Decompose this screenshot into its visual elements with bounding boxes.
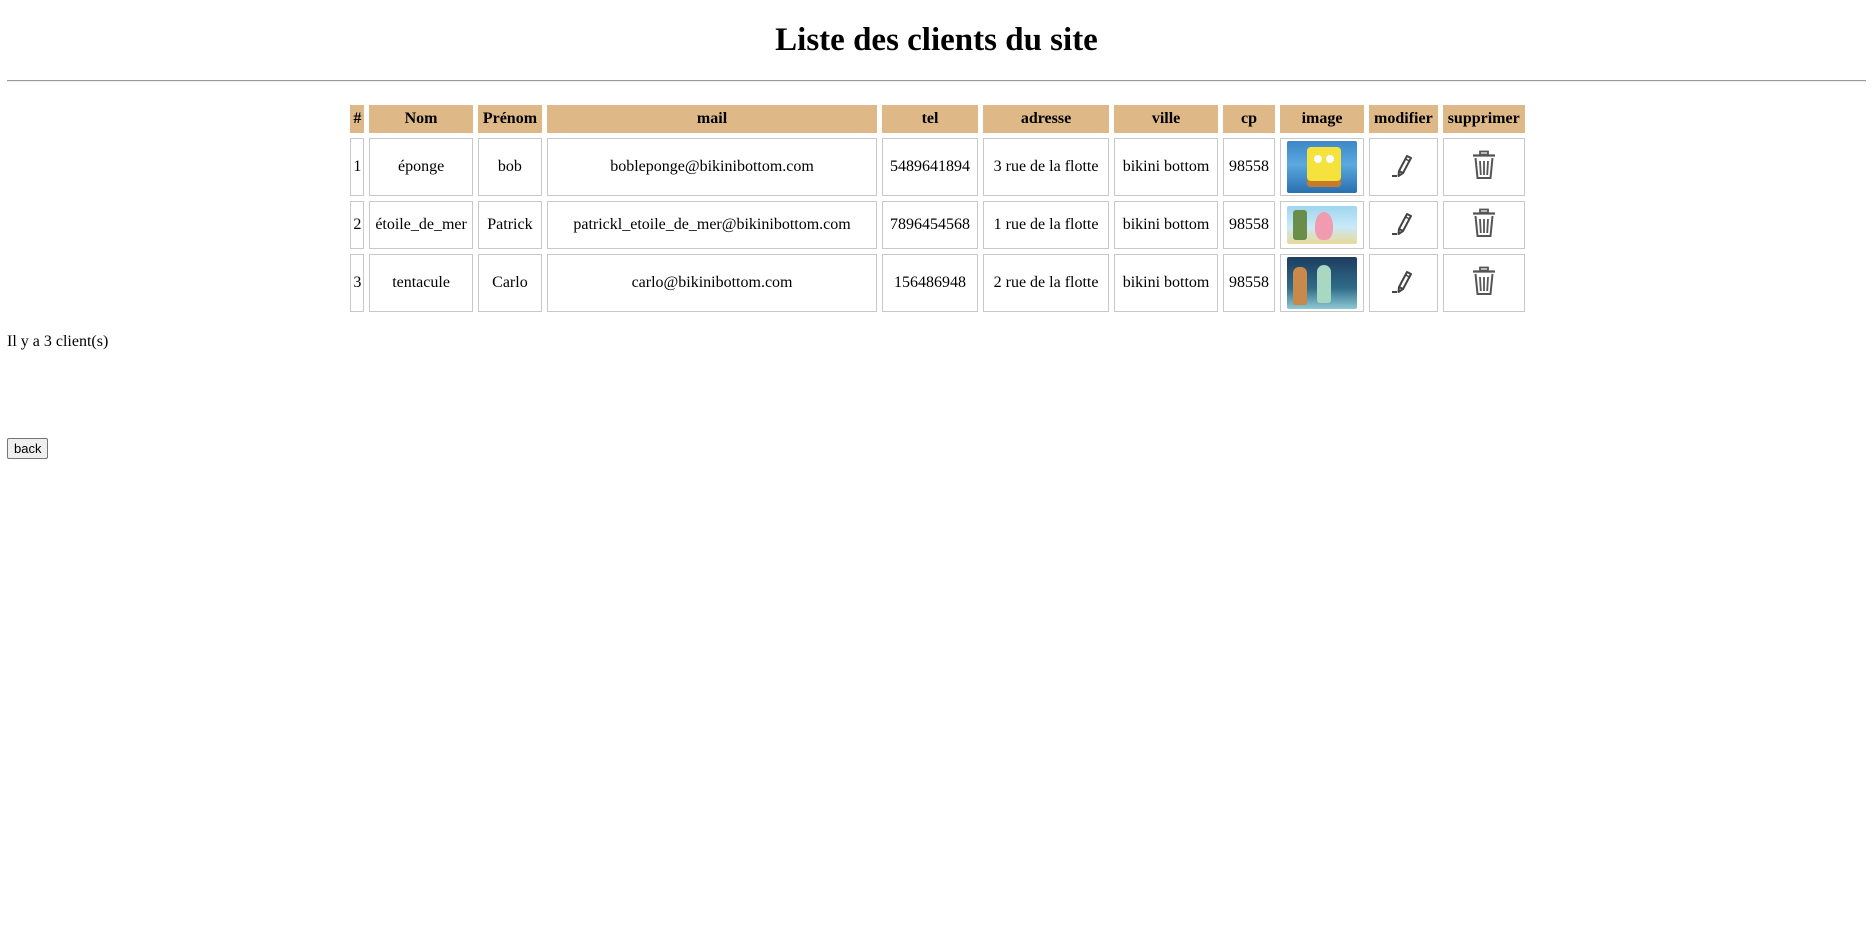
title-divider [7, 80, 1866, 82]
header-mail: mail [547, 105, 878, 133]
cell-supprimer[interactable] [1442, 138, 1525, 196]
cell-tel: 156486948 [882, 254, 979, 312]
cell-modifier[interactable] [1369, 201, 1438, 249]
header-cp: cp [1223, 105, 1276, 133]
cell-num: 2 [350, 201, 365, 249]
table-header-row: # Nom Prénom mail tel adresse ville cp i… [350, 105, 1525, 133]
cell-ville: bikini bottom [1114, 201, 1219, 249]
page-title: Liste des clients du site [775, 22, 1098, 58]
table-row: 2 étoile_de_mer Patrick patrickl_etoile_… [350, 201, 1525, 249]
pencil-icon[interactable] [1390, 267, 1416, 300]
cell-prenom: Patrick [477, 201, 543, 249]
cell-image [1280, 138, 1365, 196]
spongebob-thumbnail [1287, 141, 1358, 193]
cell-image [1280, 201, 1365, 249]
cell-cp: 98558 [1223, 201, 1276, 249]
cell-mail: bobleponge@bikinibottom.com [547, 138, 878, 196]
header-modifier: modifier [1369, 105, 1438, 133]
back-button[interactable]: back [7, 438, 49, 459]
pencil-icon[interactable] [1390, 151, 1416, 184]
header-prenom: Prénom [477, 105, 543, 133]
header-num: # [350, 105, 365, 133]
cell-ville: bikini bottom [1114, 138, 1219, 196]
cell-adresse: 2 rue de la flotte [983, 254, 1110, 312]
cell-prenom: bob [477, 138, 543, 196]
cell-tel: 5489641894 [882, 138, 979, 196]
cell-image [1280, 254, 1365, 312]
cell-tel: 7896454568 [882, 201, 979, 249]
table-row: 3 tentacule Carlo carlo@bikinibottom.com… [350, 254, 1525, 312]
cell-nom: tentacule [369, 254, 473, 312]
cell-cp: 98558 [1223, 254, 1276, 312]
cell-supprimer[interactable] [1442, 201, 1525, 249]
header-image: image [1280, 105, 1365, 133]
cell-num: 1 [350, 138, 365, 196]
header-supprimer: supprimer [1442, 105, 1525, 133]
trash-icon[interactable] [1471, 266, 1497, 301]
cell-supprimer[interactable] [1442, 254, 1525, 312]
squidward-thumbnail [1287, 257, 1358, 309]
cell-cp: 98558 [1223, 138, 1276, 196]
cell-num: 3 [350, 254, 365, 312]
pencil-icon[interactable] [1390, 209, 1416, 242]
client-count-text: Il y a 3 client(s) [7, 333, 109, 350]
table-row: 1 éponge bob bobleponge@bikinibottom.com… [350, 138, 1525, 196]
cell-ville: bikini bottom [1114, 254, 1219, 312]
header-ville: ville [1114, 105, 1219, 133]
cell-nom: éponge [369, 138, 473, 196]
cell-adresse: 3 rue de la flotte [983, 138, 1110, 196]
trash-icon[interactable] [1471, 150, 1497, 185]
header-tel: tel [882, 105, 979, 133]
cell-modifier[interactable] [1369, 254, 1438, 312]
cell-mail: patrickl_etoile_de_mer@bikinibottom.com [547, 201, 878, 249]
clients-table: # Nom Prénom mail tel adresse ville cp i… [345, 100, 1529, 317]
header-nom: Nom [369, 105, 473, 133]
cell-prenom: Carlo [477, 254, 543, 312]
trash-icon[interactable] [1471, 208, 1497, 243]
page: Liste des clients du site # Nom Prénom m… [0, 0, 1873, 459]
cell-modifier[interactable] [1369, 138, 1438, 196]
patrick-thumbnail [1287, 206, 1358, 244]
cell-nom: étoile_de_mer [369, 201, 473, 249]
cell-mail: carlo@bikinibottom.com [547, 254, 878, 312]
cell-adresse: 1 rue de la flotte [983, 201, 1110, 249]
header-adresse: adresse [983, 105, 1110, 133]
